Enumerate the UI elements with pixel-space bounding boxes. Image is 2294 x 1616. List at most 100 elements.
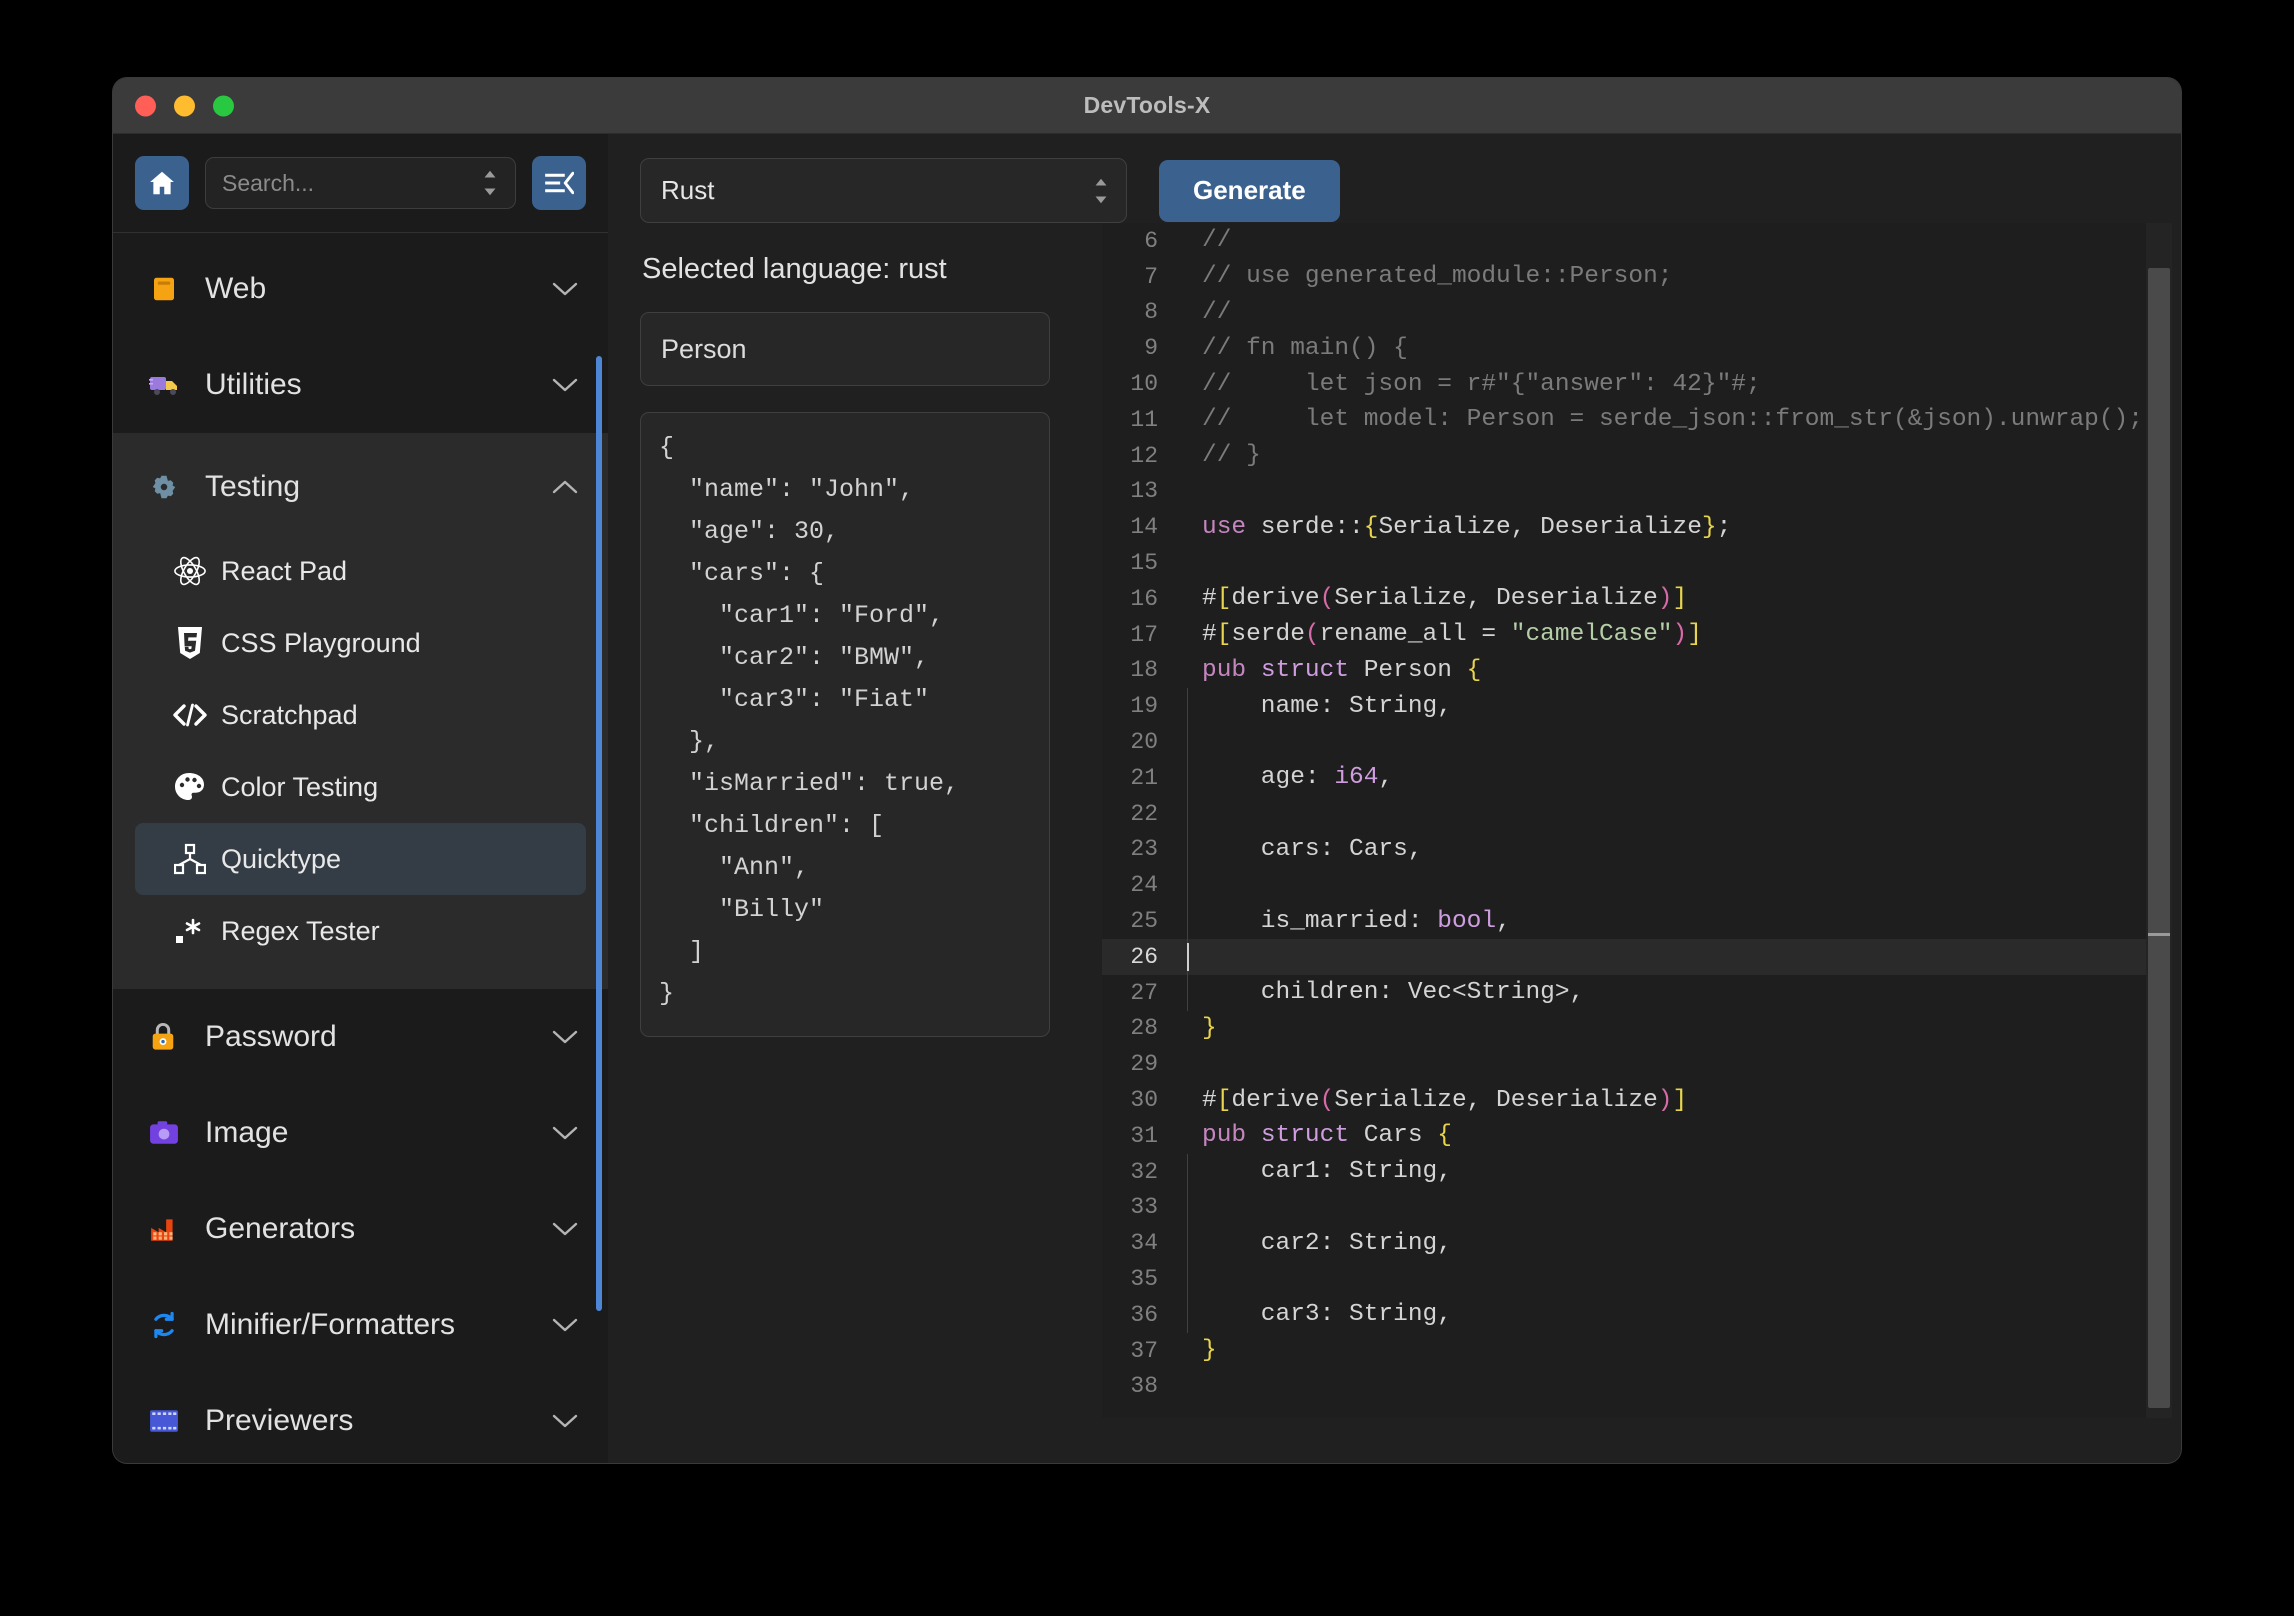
sidebar-group-password[interactable]: Password xyxy=(113,989,608,1085)
line-number: 19 xyxy=(1130,693,1158,720)
sidebar-group-utilities[interactable]: Utilities xyxy=(113,337,608,433)
code-line[interactable]: 7 // use generated_module::Person; xyxy=(1102,259,2172,295)
node-graph-icon xyxy=(165,843,215,875)
code-line[interactable]: 6 // xyxy=(1102,223,2172,259)
editor-scrollbar-thumb[interactable] xyxy=(2148,268,2170,1408)
sidebar-item-label: React Pad xyxy=(221,555,348,586)
code-text: car1: String, xyxy=(1202,1158,1452,1186)
sidebar-group-previewers[interactable]: Previewers xyxy=(113,1373,608,1463)
sidebar-item-css-playground[interactable]: CSS Playground xyxy=(135,607,586,679)
generate-button[interactable]: Generate xyxy=(1159,159,1340,222)
stepper-updown-icon[interactable] xyxy=(481,168,499,198)
code-text: #[derive(Serialize, Deserialize)] xyxy=(1202,1086,1688,1114)
chevron-down-icon[interactable] xyxy=(552,1317,578,1333)
code-line[interactable]: 17 #[serde(rename_all = "camelCase")] xyxy=(1102,617,2172,653)
type-name-input[interactable] xyxy=(640,312,1050,386)
home-button[interactable] xyxy=(135,156,189,210)
sidebar-group-generators[interactable]: Generators xyxy=(113,1181,608,1277)
maximize-window-button[interactable] xyxy=(213,95,234,116)
sidebar-item-react-pad[interactable]: React Pad xyxy=(135,535,586,607)
code-line[interactable]: 26 xyxy=(1102,938,2172,975)
close-window-button[interactable] xyxy=(135,95,156,116)
code-line[interactable]: 38 xyxy=(1102,1369,2172,1405)
line-number: 18 xyxy=(1130,657,1158,684)
indent-guide xyxy=(1187,688,1188,725)
chevron-down-icon[interactable] xyxy=(552,1413,578,1429)
code-line[interactable]: 29 xyxy=(1102,1046,2172,1082)
code-line[interactable]: 32 car1: String, xyxy=(1102,1153,2172,1190)
sidebar-item-scratchpad[interactable]: Scratchpad xyxy=(135,679,586,751)
chevron-down-icon[interactable] xyxy=(552,377,578,393)
sidebar-item-quicktype[interactable]: Quicktype xyxy=(135,823,586,895)
code-line[interactable]: 10 // let json = r#"{"answer": 42}"#; xyxy=(1102,366,2172,402)
code-text: children: Vec<String>, xyxy=(1202,979,1585,1007)
indent-guide xyxy=(1187,1153,1188,1190)
sidebar-item-color-testing[interactable]: Color Testing xyxy=(135,751,586,823)
code-line[interactable]: 23 cars: Cars, xyxy=(1102,831,2172,868)
home-icon xyxy=(150,171,174,195)
code-line[interactable]: 11 // let model: Person = serde_json::fro… xyxy=(1102,402,2172,438)
code-text: car3: String, xyxy=(1202,1301,1452,1329)
code-line[interactable]: 15 xyxy=(1102,545,2172,581)
chevron-down-icon[interactable] xyxy=(552,281,578,297)
stepper-updown-icon[interactable] xyxy=(1092,176,1110,206)
code-line[interactable]: 31 pub struct Cars { xyxy=(1102,1118,2172,1154)
language-select[interactable]: Rust xyxy=(640,158,1127,223)
json-input-textarea[interactable]: { "name": "John", "age": 30, "cars": { "… xyxy=(640,412,1050,1037)
code-line[interactable]: 27 children: Vec<String>, xyxy=(1102,974,2172,1011)
sidebar-group-testing[interactable]: Testing xyxy=(113,439,608,535)
code-line[interactable]: 21 age: i64, xyxy=(1102,759,2172,796)
code-text: pub struct Cars { xyxy=(1202,1122,1452,1150)
sidebar-group-web[interactable]: Web xyxy=(113,241,608,337)
code-line[interactable]: 37} xyxy=(1102,1333,2172,1369)
minimize-window-button[interactable] xyxy=(174,95,195,116)
code-text: // } xyxy=(1202,442,1261,470)
code-line[interactable]: 13 xyxy=(1102,474,2172,510)
code-line[interactable]: 14 use serde::{Serialize, Deserialize}; xyxy=(1102,509,2172,545)
code-line[interactable]: 30 #[derive(Serialize, Deserialize)] xyxy=(1102,1082,2172,1118)
refresh-cycle-icon xyxy=(149,1310,195,1340)
chevron-up-icon[interactable] xyxy=(552,479,578,495)
sidebar-group-label: Web xyxy=(205,272,267,305)
code-line[interactable]: 34 car2: String, xyxy=(1102,1225,2172,1262)
code-line[interactable]: 9 // fn main() { xyxy=(1102,330,2172,366)
code-line[interactable]: 20 xyxy=(1102,724,2172,760)
search-input[interactable]: Search... xyxy=(205,157,516,209)
code-line[interactable]: 12 // } xyxy=(1102,438,2172,474)
code-line[interactable]: 16 #[derive(Serialize, Deserialize)] xyxy=(1102,581,2172,617)
code-lines: 6//7// use generated_module::Person; 8//9… xyxy=(1102,223,2172,1404)
chevron-down-icon[interactable] xyxy=(552,1029,578,1045)
editor-scrollbar-track[interactable] xyxy=(2146,223,2172,1418)
indent-guide xyxy=(1187,1261,1188,1297)
code-line[interactable]: 25 is_married: bool, xyxy=(1102,903,2172,939)
line-number: 16 xyxy=(1130,585,1158,612)
sidebar-scrollbar-thumb[interactable] xyxy=(596,356,602,1311)
code-text: // xyxy=(1202,227,1232,255)
sidebar-group-minifier-formatters[interactable]: Minifier/Formatters xyxy=(113,1277,608,1373)
line-number: 35 xyxy=(1130,1266,1158,1292)
padlock-icon xyxy=(149,1021,195,1053)
code-line[interactable]: 36 car3: String, xyxy=(1102,1296,2172,1333)
code-line[interactable]: 28} xyxy=(1102,1011,2172,1047)
code-line[interactable]: 19 name: String, xyxy=(1102,688,2172,725)
code-line[interactable]: 35 xyxy=(1102,1261,2172,1297)
line-number: 29 xyxy=(1130,1051,1158,1078)
code-line[interactable]: 33 xyxy=(1102,1189,2172,1226)
indent-guide xyxy=(1187,867,1188,904)
factory-icon xyxy=(149,1215,195,1243)
sidebar-group-label: Utilities xyxy=(205,368,302,401)
chevron-down-icon[interactable] xyxy=(552,1125,578,1141)
code-line[interactable]: 18 pub struct Person { xyxy=(1102,653,2172,689)
sidebar-group-image[interactable]: Image xyxy=(113,1085,608,1181)
gear-icon xyxy=(149,472,195,502)
code-line[interactable]: 8 // xyxy=(1102,295,2172,331)
code-line[interactable]: 24 xyxy=(1102,867,2172,904)
code-line[interactable]: 22 xyxy=(1102,795,2172,832)
sidebar-item-regex-tester[interactable]: Regex Tester xyxy=(135,895,586,967)
code-editor[interactable]: 6//7// use generated_module::Person; 8//9… xyxy=(1102,223,2172,1418)
window-title: DevTools-X xyxy=(1083,92,1211,118)
line-number: 17 xyxy=(1130,621,1158,648)
chevron-down-icon[interactable] xyxy=(552,1221,578,1237)
collapse-sidebar-button[interactable] xyxy=(532,156,586,210)
input-column: Selected language: rust { "name": "John"… xyxy=(640,223,1050,1418)
